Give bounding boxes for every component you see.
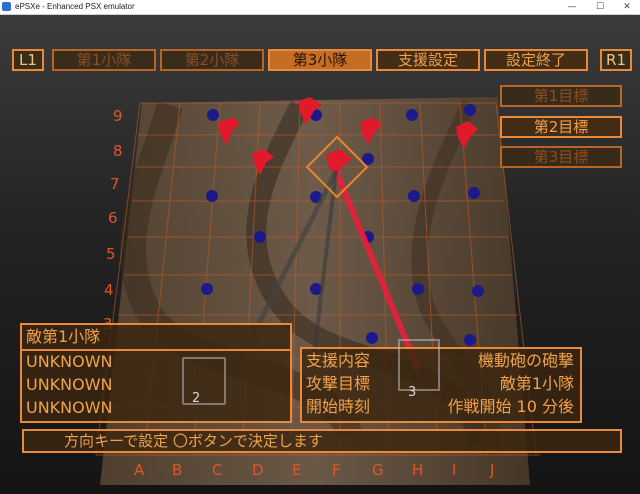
enemy-panel-title: 敵第1小隊: [26, 327, 101, 346]
support-target-value: 敵第1小隊: [499, 374, 574, 393]
row-label: 5: [106, 245, 116, 263]
col-label: D: [252, 461, 264, 479]
support-content-label: 支援内容: [306, 351, 371, 370]
support-time-value: 作戦開始 10 分後: [447, 397, 574, 416]
col-label: A: [134, 461, 145, 479]
game-screen: L1 第1小隊 第2小隊 第3小隊 支援設定 設定終了 R1 第1目標 第2目標…: [0, 15, 640, 494]
row-label: 8: [113, 142, 123, 160]
row-label: 9: [113, 107, 123, 125]
tab-support-settings[interactable]: 支援設定: [376, 49, 480, 71]
col-label: J: [490, 461, 495, 479]
bracket-number: 2: [192, 391, 201, 406]
enemy-unit-status: UNKNOWN: [26, 352, 113, 371]
col-label: E: [292, 461, 302, 479]
col-label: F: [332, 461, 341, 479]
support-content-value: 機動砲の砲撃: [477, 351, 574, 370]
maximize-button[interactable]: ☐: [587, 0, 613, 14]
title-bar: ePSXe - Enhanced PSX emulator — ☐ ✕: [0, 0, 640, 15]
support-time-row: 開始時刻 作戦開始 10 分後: [306, 396, 578, 418]
col-label: C: [212, 461, 223, 479]
tab-squad-1[interactable]: 第1小隊: [52, 49, 156, 71]
r1-button[interactable]: R1: [600, 49, 632, 71]
instruction-bar: 方向キーで設定 〇ボタンで決定します: [22, 429, 622, 453]
unit-position-bracket: [398, 339, 440, 391]
enemy-unit-status: UNKNOWN: [26, 398, 113, 417]
minimize-button[interactable]: —: [559, 0, 585, 14]
tab-squad-3[interactable]: 第3小隊: [268, 49, 372, 71]
col-label: I: [452, 461, 457, 479]
support-content-row: 支援内容 機動砲の砲撃: [306, 350, 578, 372]
col-label: G: [372, 461, 384, 479]
emulator-window: ePSXe - Enhanced PSX emulator — ☐ ✕ L1 第…: [0, 0, 640, 494]
app-icon: [2, 2, 11, 11]
target-1-button[interactable]: 第1目標: [500, 85, 622, 107]
col-label: B: [172, 461, 183, 479]
row-label: 4: [104, 281, 114, 299]
support-target-row: 攻撃目標 敵第1小隊: [306, 373, 578, 395]
target-3-button[interactable]: 第3目標: [500, 146, 622, 168]
close-button[interactable]: ✕: [614, 0, 640, 14]
l1-button[interactable]: L1: [12, 49, 44, 71]
support-time-label: 開始時刻: [306, 397, 371, 416]
support-target-label: 攻撃目標: [306, 374, 371, 393]
row-label: 6: [108, 209, 118, 227]
support-info-panel: 支援内容 機動砲の砲撃 攻撃目標 敵第1小隊 開始時刻 作戦開始 10 分後: [300, 347, 582, 423]
tab-finish-settings[interactable]: 設定終了: [484, 49, 588, 71]
unit-position-bracket: [182, 357, 226, 405]
row-label: 7: [110, 175, 120, 193]
target-2-button[interactable]: 第2目標: [500, 116, 622, 138]
window-title: ePSXe - Enhanced PSX emulator: [15, 2, 135, 11]
enemy-info-panel: 敵第1小隊 UNKNOWN UNKNOWN UNKNOWN: [20, 323, 292, 423]
col-label: H: [412, 461, 424, 479]
bracket-number: 3: [408, 385, 417, 400]
tab-squad-2[interactable]: 第2小隊: [160, 49, 264, 71]
enemy-unit-status: UNKNOWN: [26, 375, 113, 394]
